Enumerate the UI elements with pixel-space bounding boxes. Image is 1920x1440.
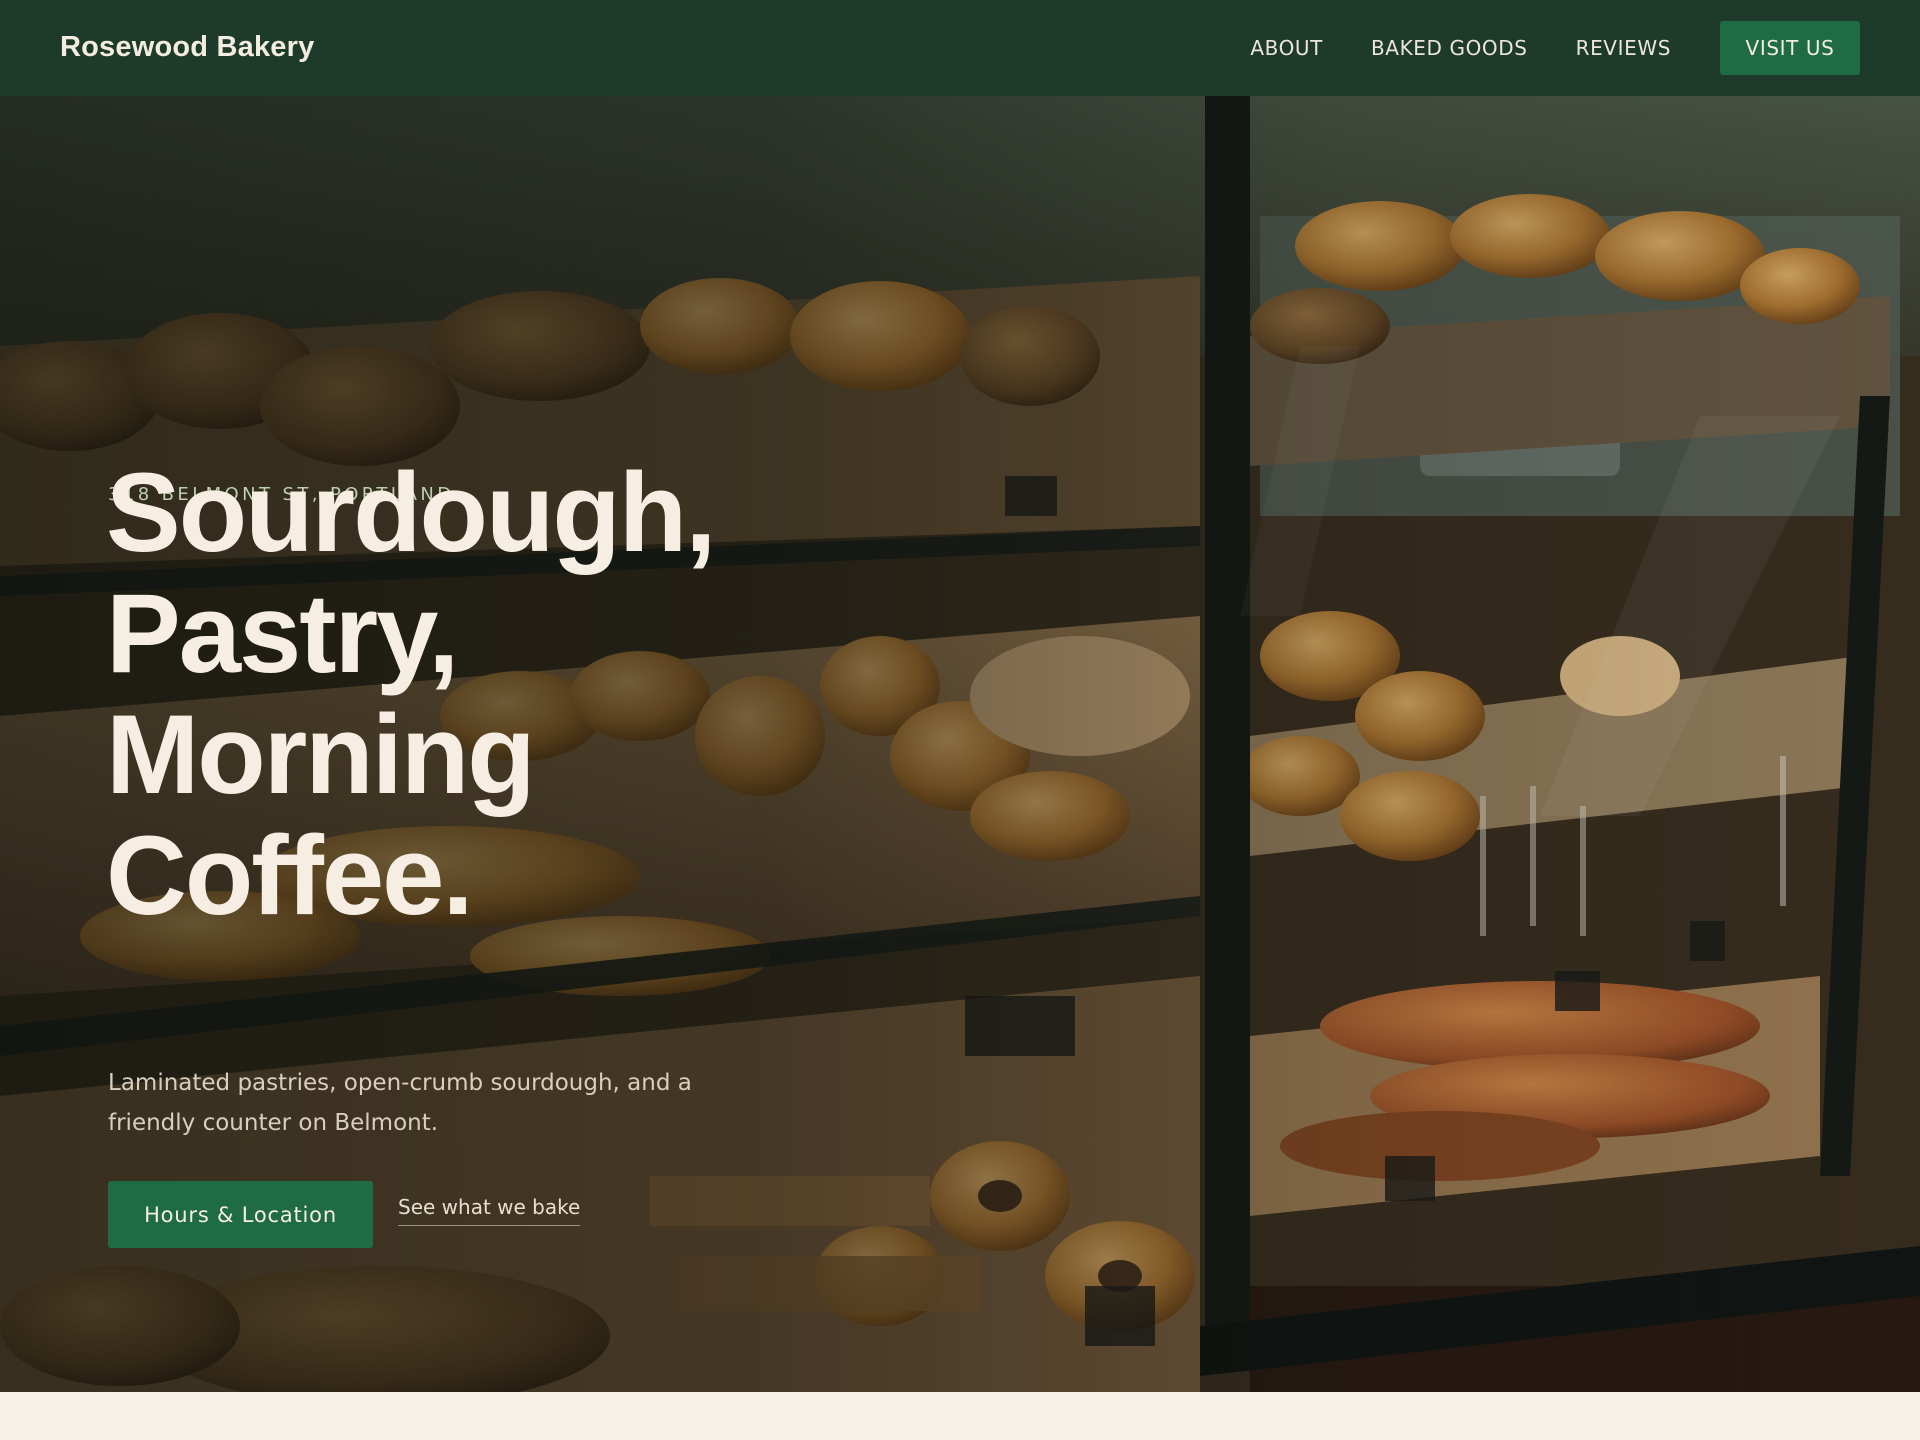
top-nav: Rosewood Bakery ABOUT BAKED GOODS REVIEW… (0, 0, 1920, 96)
visit-us-button[interactable]: VISIT US (1720, 21, 1860, 75)
headline-line-4: Coffee. (106, 813, 474, 938)
see-what-we-bake-link[interactable]: See what we bake (398, 1195, 581, 1226)
hero-subtext: Laminated pastries, open-crumb sourdough… (108, 1070, 692, 1136)
hours-location-button[interactable]: Hours & Location (108, 1181, 373, 1248)
nav-link-about[interactable]: ABOUT (1250, 21, 1323, 75)
nav-link-baked-goods[interactable]: BAKED GOODS (1371, 21, 1528, 75)
next-section-strip (0, 1392, 1920, 1440)
hero-headline: Sourdough, Pastry, Morning Coffee. (106, 452, 1006, 936)
headline-line-2: Pastry, (106, 571, 459, 696)
headline-line-1: Sourdough, (106, 450, 716, 575)
headline-line-3: Morning (106, 692, 536, 817)
nav-link-reviews[interactable]: REVIEWS (1576, 21, 1671, 75)
brand-logo[interactable]: Rosewood Bakery (60, 30, 314, 64)
nav-links: ABOUT BAKED GOODS REVIEWS VISIT US (1250, 21, 1860, 75)
